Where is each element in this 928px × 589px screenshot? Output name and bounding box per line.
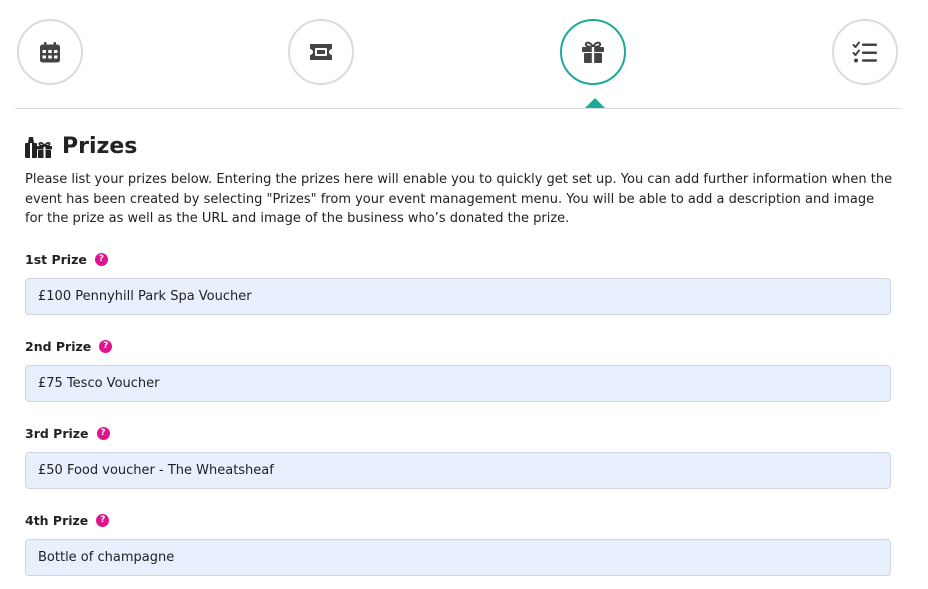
wizard-stepper <box>0 0 928 110</box>
checklist-icon <box>852 41 877 63</box>
intro-text: Please list your prizes below. Entering … <box>25 172 893 226</box>
page-title: Prizes <box>62 134 138 159</box>
gift-icon <box>582 41 604 63</box>
stepper-divider <box>15 108 901 109</box>
step-prizes-button[interactable] <box>560 19 626 85</box>
active-step-caret <box>585 98 605 108</box>
step-date-button[interactable] <box>17 19 83 85</box>
prize-4-label-text: 4th Prize <box>25 513 89 528</box>
step-review-button[interactable] <box>832 19 898 85</box>
prize-2-label: 2nd Prize ? <box>25 339 113 354</box>
prize-3-input[interactable] <box>25 452 891 489</box>
prize-3-label: 3rd Prize ? <box>25 426 110 441</box>
gifts-icon <box>25 136 52 158</box>
prize-1-label: 1st Prize ? <box>25 252 108 267</box>
prize-2-input[interactable] <box>25 365 891 402</box>
prize-2-label-text: 2nd Prize <box>25 339 92 354</box>
prize-1-input[interactable] <box>25 278 891 315</box>
calendar-icon <box>40 42 60 63</box>
prize-1-label-text: 1st Prize <box>25 252 87 267</box>
ticket-icon <box>310 44 332 60</box>
prize-4-label: 4th Prize ? <box>25 513 110 528</box>
help-icon[interactable]: ? <box>96 514 110 527</box>
prize-4-input[interactable] <box>25 539 891 576</box>
help-icon[interactable]: ? <box>99 340 113 353</box>
section-heading: Prizes <box>24 134 137 159</box>
help-icon[interactable]: ? <box>94 253 108 266</box>
help-icon[interactable]: ? <box>96 427 110 440</box>
prize-3-label-text: 3rd Prize <box>25 426 89 441</box>
step-tickets-button[interactable] <box>288 19 354 85</box>
